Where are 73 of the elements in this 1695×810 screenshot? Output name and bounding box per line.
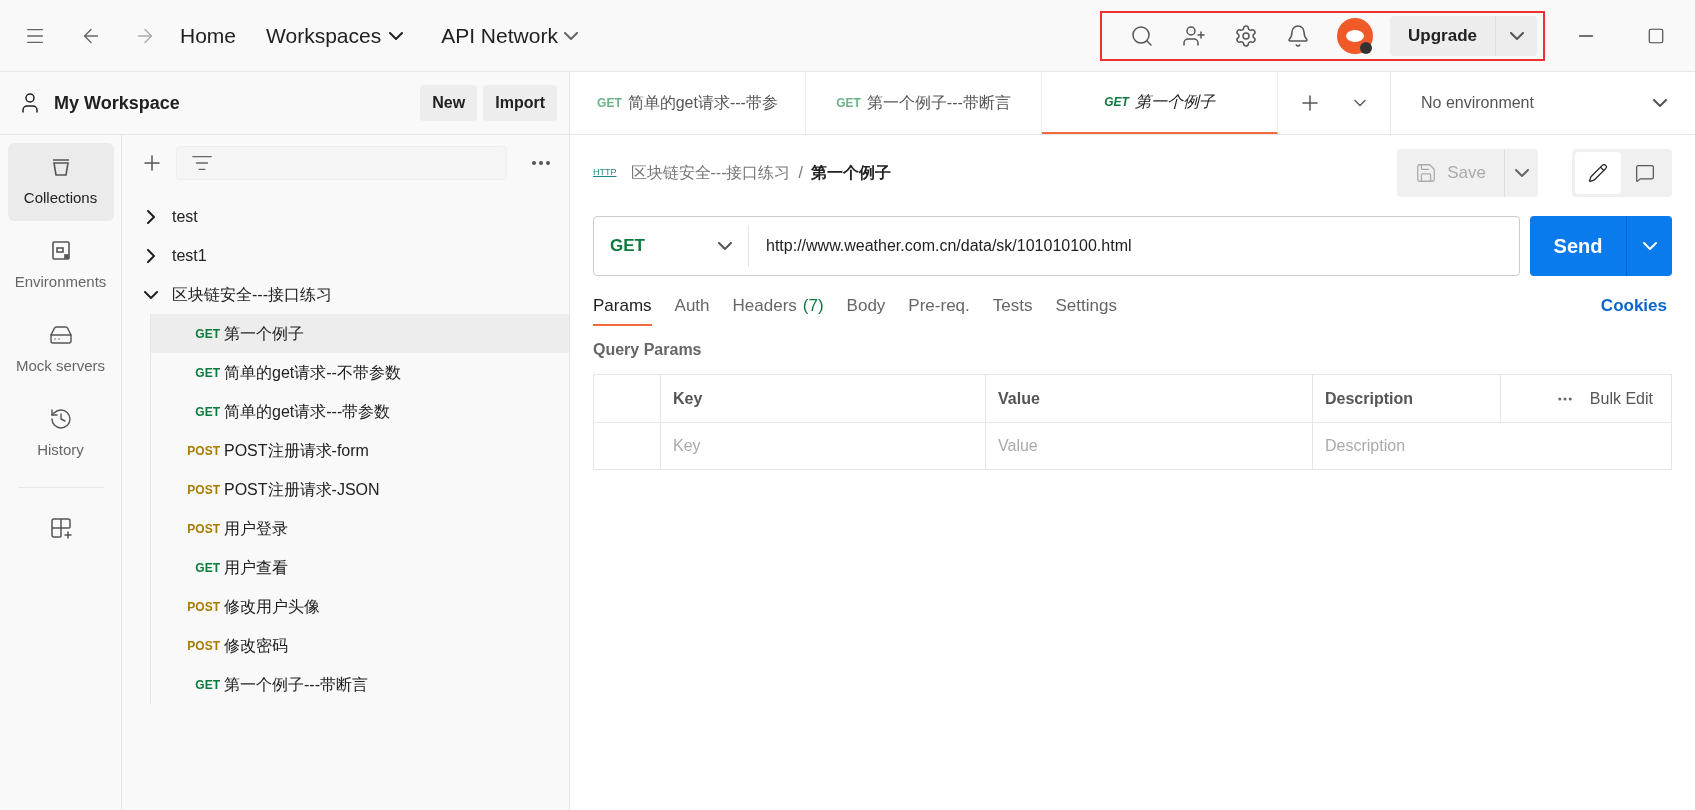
- http-icon: HTTP: [593, 166, 617, 180]
- chevron-down-icon: [1509, 31, 1524, 40]
- request-item[interactable]: POST 用户登录: [151, 509, 569, 548]
- cookies-link[interactable]: Cookies: [1600, 292, 1667, 326]
- pencil-icon: [1588, 163, 1608, 183]
- comment-icon: [1635, 163, 1655, 183]
- environment-select[interactable]: No environment: [1391, 72, 1695, 134]
- collection-item[interactable]: 区块链安全---接口练习: [122, 275, 569, 314]
- option-tab[interactable]: Tests: [992, 292, 1033, 326]
- column-header: Key: [673, 388, 703, 409]
- request-tab[interactable]: GET 简单的get请求---带参: [570, 72, 806, 134]
- request-item[interactable]: GET 第一个例子: [151, 314, 569, 353]
- search-icon[interactable]: [1130, 23, 1155, 48]
- chevron-down-icon: [1642, 242, 1657, 250]
- chevron-down-icon: [1514, 169, 1529, 177]
- option-tab[interactable]: Params: [593, 292, 652, 326]
- request-item[interactable]: GET 简单的get请求---带参数: [151, 392, 569, 431]
- param-field[interactable]: Description: [1312, 423, 1500, 469]
- request-item[interactable]: GET 第一个例子---带断言: [151, 665, 569, 704]
- avatar-icon[interactable]: [1336, 16, 1375, 55]
- query-params-title: Query Params: [593, 340, 703, 360]
- history-icon: [48, 406, 73, 431]
- home-link[interactable]: Home: [180, 19, 237, 52]
- request-item[interactable]: POST POST注册请求-JSON: [151, 470, 569, 509]
- param-field[interactable]: Value: [985, 423, 1312, 469]
- sidebar-item[interactable]: Mock servers: [7, 311, 114, 389]
- new-button[interactable]: New: [420, 85, 478, 121]
- bulk-edit-button[interactable]: Bulk Edit: [1589, 386, 1653, 411]
- request-tab[interactable]: GET 第一个例子: [1042, 72, 1278, 134]
- chevron-down-icon: [563, 31, 578, 40]
- option-tab[interactable]: Headers (7): [732, 292, 824, 326]
- filter-field[interactable]: [176, 146, 507, 180]
- breadcrumb-separator: /: [798, 163, 803, 183]
- option-tab[interactable]: Auth: [674, 292, 710, 326]
- api-network-menu[interactable]: API Network: [441, 19, 578, 52]
- request-item[interactable]: POST 修改用户头像: [151, 587, 569, 626]
- sidebar-item[interactable]: Collections: [7, 143, 114, 221]
- settings-icon[interactable]: [1234, 23, 1259, 48]
- bell-icon[interactable]: [1286, 23, 1311, 48]
- collection-item[interactable]: test1: [122, 236, 569, 275]
- chevron-down-icon: [389, 31, 404, 40]
- edit-button[interactable]: [1575, 152, 1621, 194]
- workspaces-menu[interactable]: Workspaces: [266, 19, 404, 52]
- request-item[interactable]: POST POST注册请求-form: [151, 431, 569, 470]
- request-item[interactable]: GET 用户查看: [151, 548, 569, 587]
- column-header: Description: [1325, 388, 1413, 409]
- import-button[interactable]: Import: [483, 85, 557, 121]
- option-tab[interactable]: Pre-req.: [908, 292, 970, 326]
- sidebar-item[interactable]: History: [7, 395, 114, 473]
- option-tab[interactable]: Body: [846, 292, 886, 326]
- breadcrumb-collection[interactable]: 区块链安全---接口练习: [630, 161, 791, 185]
- chevron-right-icon: [147, 209, 155, 224]
- chevron-down-icon: [1653, 99, 1667, 107]
- column-header: Value: [998, 388, 1040, 409]
- request-tab[interactable]: GET 第一个例子---带断言: [806, 72, 1042, 134]
- collection-item[interactable]: test: [122, 197, 569, 236]
- method-select[interactable]: GET: [594, 225, 749, 267]
- add-apps-icon[interactable]: [48, 516, 73, 540]
- request-item[interactable]: GET 简单的get请求--不带参数: [151, 353, 569, 392]
- user-plus-icon[interactable]: [1182, 23, 1207, 48]
- sidebar-item[interactable]: Environments: [7, 227, 114, 305]
- chevron-down-icon: [144, 290, 158, 299]
- workspace-title: My Workspace: [54, 91, 180, 115]
- breadcrumb-request: 第一个例子: [810, 163, 891, 183]
- option-tab[interactable]: Settings: [1055, 292, 1117, 326]
- chevron-down-icon: [718, 242, 732, 250]
- request-item[interactable]: POST 修改密码: [151, 626, 569, 665]
- maximize-icon[interactable]: [1647, 26, 1665, 45]
- save-icon: [1415, 162, 1438, 184]
- param-field[interactable]: Key: [660, 423, 985, 469]
- url-field[interactable]: http://www.weather.com.cn/data/sk/101010100.html: [749, 217, 1519, 275]
- request-url-bar[interactable]: GET http://www.weather.com.cn/data/sk/101010100.html: [593, 216, 1520, 276]
- chevron-right-icon: [147, 248, 155, 263]
